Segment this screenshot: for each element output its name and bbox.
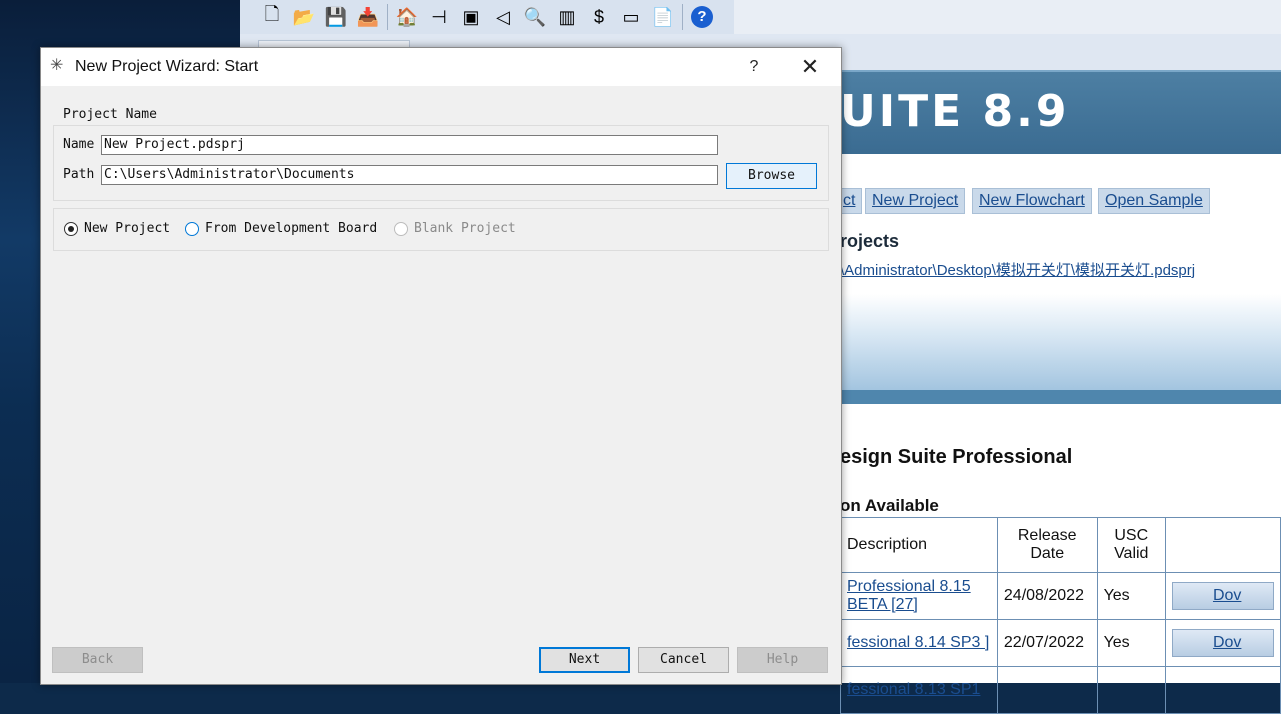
versions-table: Description Release Date USC Valid Profe… — [840, 517, 1281, 714]
save-icon[interactable]: 💾 — [320, 2, 352, 32]
name-field[interactable]: New Project.pdsprj — [101, 135, 718, 155]
banner-divider — [840, 390, 1281, 404]
close-icon[interactable]: ✕ — [793, 52, 827, 82]
new-project-link[interactable]: New Project — [865, 188, 966, 214]
source-code-icon[interactable]: ▭ — [615, 2, 647, 32]
back-button: Back — [52, 647, 143, 673]
news-title: esign Suite Professional — [840, 446, 1073, 468]
help-icon[interactable]: ? — [686, 2, 718, 32]
next-button[interactable]: Next — [539, 647, 630, 673]
row-action: Dov — [1164, 619, 1281, 667]
col-action — [1164, 517, 1281, 573]
row-usc — [1096, 666, 1166, 714]
row-description[interactable]: Professional 8.15 BETA [27] — [840, 572, 998, 620]
col-usc-valid: USC Valid — [1096, 517, 1166, 573]
table-row: fessional 8.14 SP3 ] 22/07/2022 Yes Dov — [840, 619, 1281, 667]
main-toolbar: 🗋 📂 💾 📥 🏠 ⊣ ▣ ◁ 🔍 ▥ $ ▭ 📄 ? — [240, 0, 734, 35]
path-label: Path — [63, 167, 95, 182]
col-release-date: Release Date — [996, 517, 1098, 573]
row-action: Dov — [1164, 572, 1281, 620]
radio-selected-icon — [64, 221, 78, 236]
dialog-title: New Project Wizard: Start — [75, 58, 259, 75]
import-icon[interactable]: 📥 — [352, 2, 384, 32]
row-usc: Yes — [1096, 572, 1166, 620]
banner-title: UITE 8.9 — [840, 86, 1070, 137]
name-label: Name — [63, 137, 95, 152]
row-usc: Yes — [1096, 619, 1166, 667]
table-row: fessional 8.13 SP1 — [840, 666, 1281, 714]
radio-from-development-board[interactable]: From Development Board — [185, 221, 377, 236]
dialog-titlebar: ✳ New Project Wizard: Start ? ✕ — [41, 48, 841, 86]
bill-of-materials-icon[interactable]: $ — [583, 2, 615, 32]
pcb-icon[interactable]: ▣ — [455, 2, 487, 32]
row-action — [1164, 666, 1281, 714]
radio-disabled-icon — [394, 221, 408, 236]
radio-blank-project: Blank Project — [394, 221, 516, 236]
download-button[interactable]: Dov — [1171, 582, 1274, 610]
row-description[interactable]: fessional 8.13 SP1 — [840, 666, 998, 714]
update-title: on Available — [840, 496, 939, 515]
simulation-icon[interactable]: ◁ — [487, 2, 519, 32]
path-field[interactable]: C:\Users\Administrator\Documents — [101, 165, 718, 185]
group-title: Project Name — [61, 107, 159, 122]
radio-label: From Development Board — [205, 221, 378, 236]
gerber-viewer-icon[interactable]: 🔍 — [519, 2, 551, 32]
radio-label: Blank Project — [414, 221, 516, 236]
circuit-graphic — [840, 294, 1281, 394]
design-explorer-icon[interactable]: ▥ — [551, 2, 583, 32]
help-icon[interactable]: ? — [741, 54, 767, 80]
new-project-wizard-dialog: ✳ New Project Wizard: Start ? ✕ Project … — [40, 47, 842, 685]
radio-label: New Project — [84, 221, 171, 236]
new-file-icon[interactable]: 🗋 — [256, 2, 288, 32]
new-flowchart-link[interactable]: New Flowchart — [972, 188, 1092, 214]
row-date — [996, 666, 1098, 714]
recent-project-link[interactable]: \Administrator\Desktop\模拟开关灯\模拟开关灯.pdspr… — [840, 259, 1195, 280]
toolbar-separator — [682, 4, 683, 30]
table-header-row: Description Release Date USC Valid — [840, 517, 1281, 573]
open-folder-icon[interactable]: 📂 — [288, 2, 320, 32]
row-date: 24/08/2022 — [996, 572, 1098, 620]
radio-new-project[interactable]: New Project — [64, 221, 170, 236]
schematic-icon[interactable]: ⊣ — [423, 2, 455, 32]
download-button[interactable]: Dov — [1171, 629, 1274, 657]
radio-unselected-icon — [185, 221, 199, 236]
home-icon[interactable]: 🏠 — [391, 2, 423, 32]
table-row: Professional 8.15 BETA [27] 24/08/2022 Y… — [840, 572, 1281, 620]
open-sample-link[interactable]: Open Sample — [1098, 188, 1210, 214]
welcome-banner: UITE 8.9 — [840, 70, 1281, 156]
recent-projects-title: rojects — [840, 231, 900, 251]
help-button: Help — [737, 647, 828, 673]
col-description: Description — [840, 517, 998, 573]
start-page: ct New Project New Flowchart Open Sample… — [836, 154, 1281, 404]
toolbar-separator — [387, 4, 388, 30]
browse-button[interactable]: Browse — [726, 163, 817, 189]
wizard-icon: ✳ — [50, 57, 64, 74]
news-section: esign Suite Professional on Available De… — [840, 404, 1281, 714]
row-date: 22/07/2022 — [996, 619, 1098, 667]
row-description[interactable]: fessional 8.14 SP3 ] — [840, 619, 998, 667]
notes-icon[interactable]: 📄 — [647, 2, 679, 32]
cancel-button[interactable]: Cancel — [638, 647, 729, 673]
